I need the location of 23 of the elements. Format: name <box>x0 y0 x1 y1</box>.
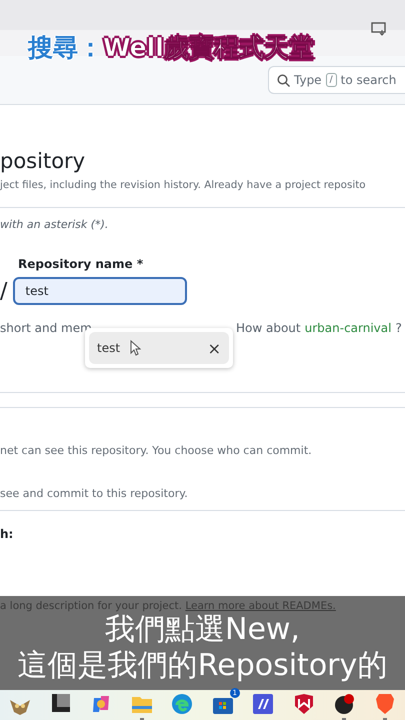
search-placeholder: to search <box>340 73 396 87</box>
path-separator: / <box>0 278 8 304</box>
autocomplete-item[interactable]: test × <box>89 332 229 364</box>
video-subtitle: 我們點選New, <box>105 612 300 648</box>
page-heading: pository <box>0 149 86 173</box>
overlay-title: 搜尋： <box>28 32 103 64</box>
channel-name: Well歲寶程式天堂 <box>103 32 314 64</box>
repository-name-field[interactable]: test <box>13 277 188 305</box>
field-label: Repository name * <box>18 257 144 271</box>
search-field[interactable]: Type / to search <box>268 66 405 94</box>
section-label: h: <box>0 527 14 541</box>
search-placeholder: Type <box>294 73 322 87</box>
name-suggestion-link[interactable]: urban-carnival <box>304 321 392 335</box>
hint-text: How about <box>236 321 301 335</box>
remove-button[interactable]: × <box>208 338 221 358</box>
suggestion-text: test <box>97 341 120 355</box>
required-note: with an asterisk (*). <box>0 218 110 231</box>
key-hint: / <box>326 73 337 87</box>
video-subtitle: 這個是我們的Repository的 <box>18 648 388 684</box>
page-subtitle: ject files, including the revision history. Already have a project reposito <box>0 179 367 191</box>
hint-text: ? <box>395 321 402 335</box>
visibility-description: net can see this repository. You choose who can commit. <box>0 444 313 457</box>
visibility-description: see and commit to this repository. <box>0 487 189 500</box>
